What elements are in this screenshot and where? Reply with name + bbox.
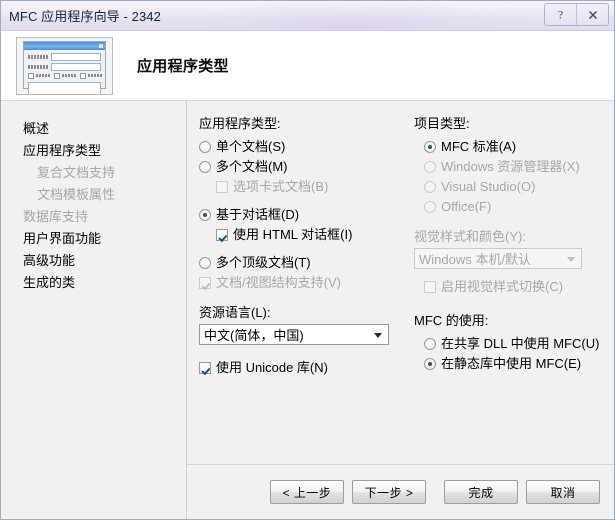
sidebar-item-application-type[interactable]: 应用程序类型 [1,140,186,162]
title-bar: MFC 应用程序向导 - 2342 ? [1,1,614,31]
radio-multiple-documents[interactable]: 多个文档(M) [199,157,407,177]
resource-language-combobox[interactable]: 中文(简体，中国) [199,324,389,345]
radio-use-mfc-in-static-library-label: 在静态库中使用 MFC(E) [441,356,582,371]
radio-visual-studio: Visual Studio(O) [414,177,614,197]
wizard-content: 应用程序类型: 单个文档(S) 多个文档(M) 选项卡式文档(B) 基于对话框(… [187,101,614,519]
checkbox-indicator [199,277,211,289]
sidebar-item-user-interface-features[interactable]: 用户界面功能 [1,228,186,250]
radio-indicator [199,161,211,173]
visual-style-value: Windows 本机/默认 [419,252,531,267]
radio-office-label: Office(F) [441,199,492,214]
title-bar-glow [161,1,541,29]
sidebar-item-document-template-properties: 文档模板属性 [37,187,116,202]
radio-indicator [424,201,436,213]
close-button[interactable] [576,4,608,25]
page-title: 应用程序类型 [137,58,229,75]
radio-windows-explorer: Windows 资源管理器(X) [414,157,614,177]
caption-button-group: ? [544,3,609,26]
radio-indicator [199,141,211,153]
checkbox-tabbed-documents-label: 选项卡式文档(B) [233,179,329,194]
radio-mfc-standard[interactable]: MFC 标准(A) [414,137,614,157]
checkbox-indicator [199,362,211,374]
checkbox-enable-visual-style-switching-label: 启用视觉样式切换(C) [441,279,564,294]
help-button[interactable]: ? [545,4,576,25]
question-mark-icon: ? [558,8,563,21]
wizard-header: 应用程序类型 [1,31,614,101]
checkbox-indicator [424,281,436,293]
radio-indicator [199,209,211,221]
radio-windows-explorer-label: Windows 资源管理器(X) [441,159,580,174]
radio-single-document[interactable]: 单个文档(S) [199,137,407,157]
radio-indicator [424,181,436,193]
close-icon [588,10,597,19]
sidebar-item-database-support: 数据库支持 [23,209,89,224]
wizard-sidebar: 概述 应用程序类型 复合文档支持 文档模板属性 数据库支持 用户界面功能 高级功… [1,101,187,519]
application-type-group-label: 应用程序类型: [199,116,281,131]
radio-indicator [424,161,436,173]
radio-indicator [199,257,211,269]
window-title: MFC 应用程序向导 - 2342 [9,9,161,24]
radio-multiple-top-level-documents-label: 多个顶级文档(T) [216,255,311,270]
mfc-usage-group-label: MFC 的使用: [414,313,489,328]
checkbox-document-view-architecture-support: 文档/视图结构支持(V) [199,273,407,293]
radio-indicator [424,358,436,370]
radio-dialog-based[interactable]: 基于对话框(D) [199,205,407,225]
wizard-footer: < 上一步 下一步 > 完成 取消 [187,464,614,519]
radio-multiple-top-level-documents[interactable]: 多个顶级文档(T) [199,253,407,273]
sidebar-item-advanced-features[interactable]: 高级功能 [1,250,186,272]
checkbox-indicator [216,181,228,193]
checkbox-tabbed-documents: 选项卡式文档(B) [199,177,407,197]
radio-use-mfc-in-shared-dll-label: 在共享 DLL 中使用 MFC(U) [441,336,600,351]
sidebar-item-generated-classes[interactable]: 生成的类 [1,272,186,294]
radio-dialog-based-label: 基于对话框(D) [216,207,300,222]
radio-multiple-documents-label: 多个文档(M) [216,159,288,174]
project-type-column: 项目类型: MFC 标准(A) Windows 资源管理器(X) Visual … [407,113,614,464]
chevron-down-icon [567,256,575,262]
dialog-preview-thumbnail [16,36,113,95]
sidebar-item-overview[interactable]: 概述 [1,118,186,140]
radio-indicator [424,141,436,153]
radio-office: Office(F) [414,197,614,217]
radio-visual-studio-label: Visual Studio(O) [441,179,536,194]
checkbox-enable-visual-style-switching: 启用视觉样式切换(C) [414,277,614,297]
visual-style-label: 视觉样式和颜色(Y): [414,229,526,244]
application-type-column: 应用程序类型: 单个文档(S) 多个文档(M) 选项卡式文档(B) 基于对话框(… [199,113,407,464]
resource-language-label: 资源语言(L): [199,305,271,320]
radio-use-mfc-in-static-library[interactable]: 在静态库中使用 MFC(E) [414,354,614,374]
radio-single-document-label: 单个文档(S) [216,139,286,154]
back-button[interactable]: < 上一步 [270,480,344,504]
chevron-down-icon [374,332,382,338]
visual-style-combobox: Windows 本机/默认 [414,248,582,269]
finish-button[interactable]: 完成 [444,480,518,504]
checkbox-document-view-architecture-support-label: 文档/视图结构支持(V) [216,275,341,290]
mfc-application-wizard-window: MFC 应用程序向导 - 2342 ? 应用程序类型 概述 应用程序类型 复合文… [0,0,615,520]
sidebar-item-compound-document-support: 复合文档支持 [37,165,116,180]
checkbox-use-html-dialog[interactable]: 使用 HTML 对话框(I) [199,225,407,245]
radio-indicator [424,338,436,350]
checkbox-use-html-dialog-label: 使用 HTML 对话框(I) [233,227,353,242]
svg-text:?: ? [558,8,563,21]
cancel-button[interactable]: 取消 [526,480,600,504]
project-type-group-label: 项目类型: [414,116,470,131]
radio-mfc-standard-label: MFC 标准(A) [441,139,517,154]
checkbox-use-unicode-libraries-label: 使用 Unicode 库(N) [216,360,328,375]
checkbox-use-unicode-libraries[interactable]: 使用 Unicode 库(N) [199,358,407,378]
radio-use-mfc-in-shared-dll[interactable]: 在共享 DLL 中使用 MFC(U) [414,334,614,354]
resource-language-value: 中文(简体，中国) [204,328,304,343]
checkbox-indicator [216,229,228,241]
wizard-body: 概述 应用程序类型 复合文档支持 文档模板属性 数据库支持 用户界面功能 高级功… [1,101,614,519]
next-button[interactable]: 下一步 > [352,480,426,504]
